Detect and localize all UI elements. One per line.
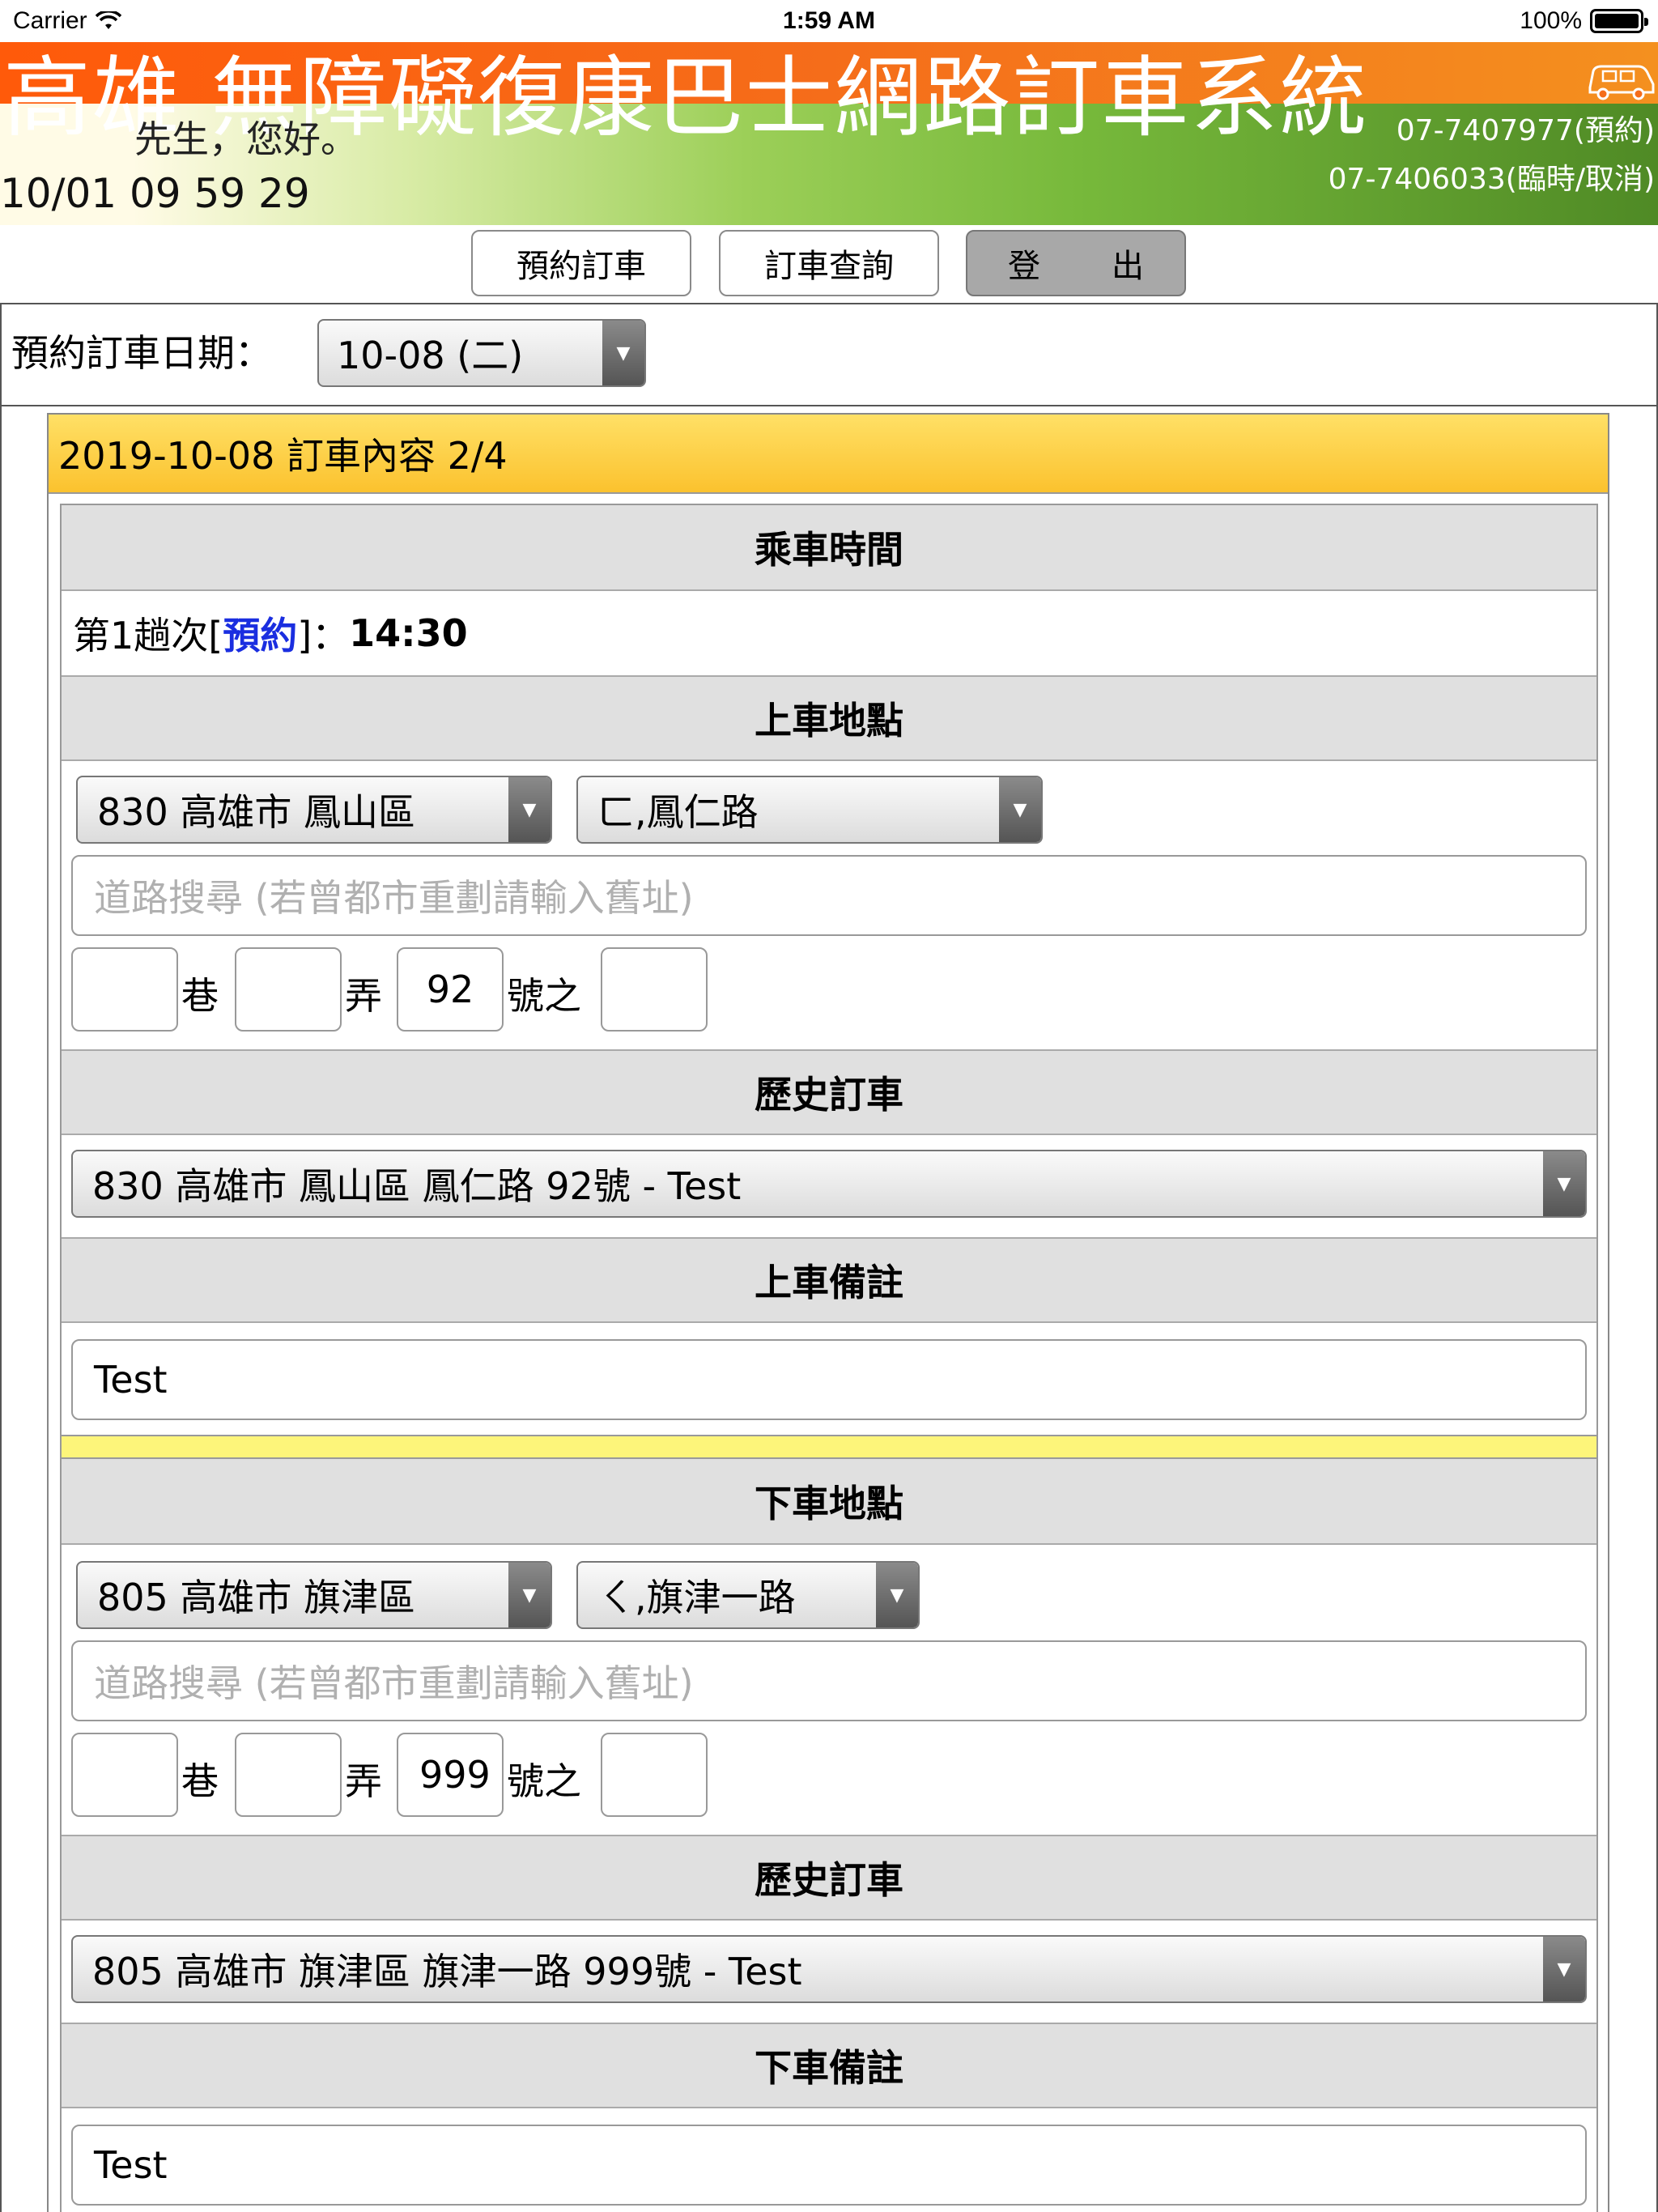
dropoff-alley-input[interactable]: [235, 1733, 342, 1817]
pickup-road-search-input[interactable]: 道路搜尋 (若曾都市重劃請輸入舊址): [71, 855, 1587, 936]
dropoff-history-heading: 歷史訂車: [62, 1835, 1596, 1921]
chevron-down-icon: ▼: [602, 321, 644, 385]
dropoff-history-value: 805 高雄市 旗津區 旗津一路 999號 - Test: [92, 1950, 802, 1993]
pickup-heading: 上車地點: [62, 675, 1596, 761]
booking-phone: 07-7407977(預約): [1396, 114, 1655, 147]
dropoff-heading: 下車地點: [62, 1459, 1596, 1545]
pickup-road-value: ㄈ,鳳仁路: [597, 790, 759, 834]
order-panel: 2019-10-08 訂車內容 2/4 乘車時間 第1趟次[ 預約 ]： 14:…: [47, 413, 1609, 2212]
ride-time-heading: 乘車時間: [62, 505, 1596, 591]
nav-bar: 預約訂車 訂車查詢 登 出: [0, 230, 1658, 298]
pickup-road-select[interactable]: ㄈ,鳳仁路 ▼: [576, 776, 1043, 844]
pickup-sub-input[interactable]: [601, 947, 708, 1032]
contact-phones: 07-7407977(預約) 07-7406033(臨時/取消): [1329, 107, 1655, 204]
dropoff-lane-input[interactable]: [71, 1733, 178, 1817]
pickup-alley-input[interactable]: [235, 947, 342, 1032]
dropoff-road-value: ㄑ,旗津一路: [597, 1576, 796, 1619]
dropoff-road-search-input[interactable]: 道路搜尋 (若曾都市重劃請輸入舊址): [71, 1640, 1587, 1721]
dropoff-district-value: 805 高雄市 旗津區: [97, 1576, 416, 1619]
battery-percent: 100%: [1520, 7, 1582, 34]
van-icon: [1588, 65, 1655, 100]
chevron-down-icon: ▼: [999, 777, 1041, 842]
dropoff-alley-label: 弄: [345, 1759, 382, 1803]
pickup-district-select[interactable]: 830 高雄市 鳳山區 ▼: [76, 776, 552, 844]
logout-button[interactable]: 登 出: [966, 230, 1186, 296]
pickup-history-select[interactable]: 830 高雄市 鳳山區 鳳仁路 92號 - Test ▼: [71, 1150, 1587, 1218]
cancel-phone: 07-7406033(臨時/取消): [1328, 163, 1655, 196]
dropoff-number-input[interactable]: 999: [397, 1733, 504, 1817]
dropoff-note-input[interactable]: Test: [71, 2125, 1587, 2206]
dropoff-history-select[interactable]: 805 高雄市 旗津區 旗津一路 999號 - Test ▼: [71, 1935, 1587, 2003]
status-right: 100%: [1520, 7, 1648, 35]
date-select-value: 10-08 (二): [337, 334, 524, 377]
dropoff-note-heading: 下車備註: [62, 2023, 1596, 2108]
ride-prefix: 第1趟次[: [73, 614, 223, 657]
battery-icon: [1590, 9, 1648, 33]
ride-suffix: ]：: [297, 614, 350, 657]
pickup-alley-label: 弄: [345, 974, 382, 1018]
status-time: 1:59 AM: [783, 7, 875, 34]
pickup-history-heading: 歷史訂車: [62, 1049, 1596, 1135]
section-separator: [62, 1435, 1596, 1459]
dropoff-sub-input[interactable]: [601, 1733, 708, 1817]
chevron-down-icon: ▼: [1543, 1937, 1585, 2001]
chevron-down-icon: ▼: [876, 1563, 918, 1627]
status-bar: Carrier 1:59 AM 100%: [0, 0, 1658, 42]
pickup-note-input[interactable]: Test: [71, 1339, 1587, 1420]
pickup-number-label: 號之: [507, 974, 581, 1018]
pickup-number-input[interactable]: 92: [397, 947, 504, 1032]
clock-text: 10/01 09 59 29: [0, 170, 310, 217]
dropoff-district-select[interactable]: 805 高雄市 旗津區 ▼: [76, 1561, 552, 1629]
date-label: 預約訂車日期：: [11, 331, 272, 375]
pickup-district-value: 830 高雄市 鳳山區: [97, 790, 416, 834]
dropoff-road-select[interactable]: ㄑ,旗津一路 ▼: [576, 1561, 920, 1629]
pickup-history-value: 830 高雄市 鳳山區 鳳仁路 92號 - Test: [92, 1164, 742, 1208]
chevron-down-icon: ▼: [508, 777, 551, 842]
dropoff-lane-label: 巷: [181, 1759, 219, 1803]
order-details: 乘車時間 第1趟次[ 預約 ]： 14:30 上車地點 830 高雄市 鳳山區 …: [60, 504, 1598, 2212]
date-selector-panel: 預約訂車日期： 10-08 (二) ▼: [0, 303, 1658, 405]
pickup-lane-label: 巷: [181, 974, 219, 1018]
ride-type-link[interactable]: 預約: [223, 606, 297, 660]
ride-time-row: 第1趟次[ 預約 ]： 14:30: [62, 591, 1596, 675]
pickup-note-heading: 上車備註: [62, 1237, 1596, 1323]
greeting-text: 先生，您好。: [134, 117, 358, 161]
query-button[interactable]: 訂車查詢: [719, 230, 939, 296]
chevron-down-icon: ▼: [508, 1563, 551, 1627]
dropoff-number-label: 號之: [507, 1759, 581, 1803]
order-header: 2019-10-08 訂車內容 2/4: [49, 415, 1608, 494]
book-button[interactable]: 預約訂車: [471, 230, 691, 296]
date-select[interactable]: 10-08 (二) ▼: [317, 319, 646, 387]
header-banner: 高雄 無障礙復康巴士網路訂車系統 先生，您好。 10/01 09 59 29 0…: [0, 42, 1658, 225]
pickup-lane-input[interactable]: [71, 947, 178, 1032]
ride-time-value: 14:30: [349, 611, 468, 655]
chevron-down-icon: ▼: [1543, 1151, 1585, 1216]
